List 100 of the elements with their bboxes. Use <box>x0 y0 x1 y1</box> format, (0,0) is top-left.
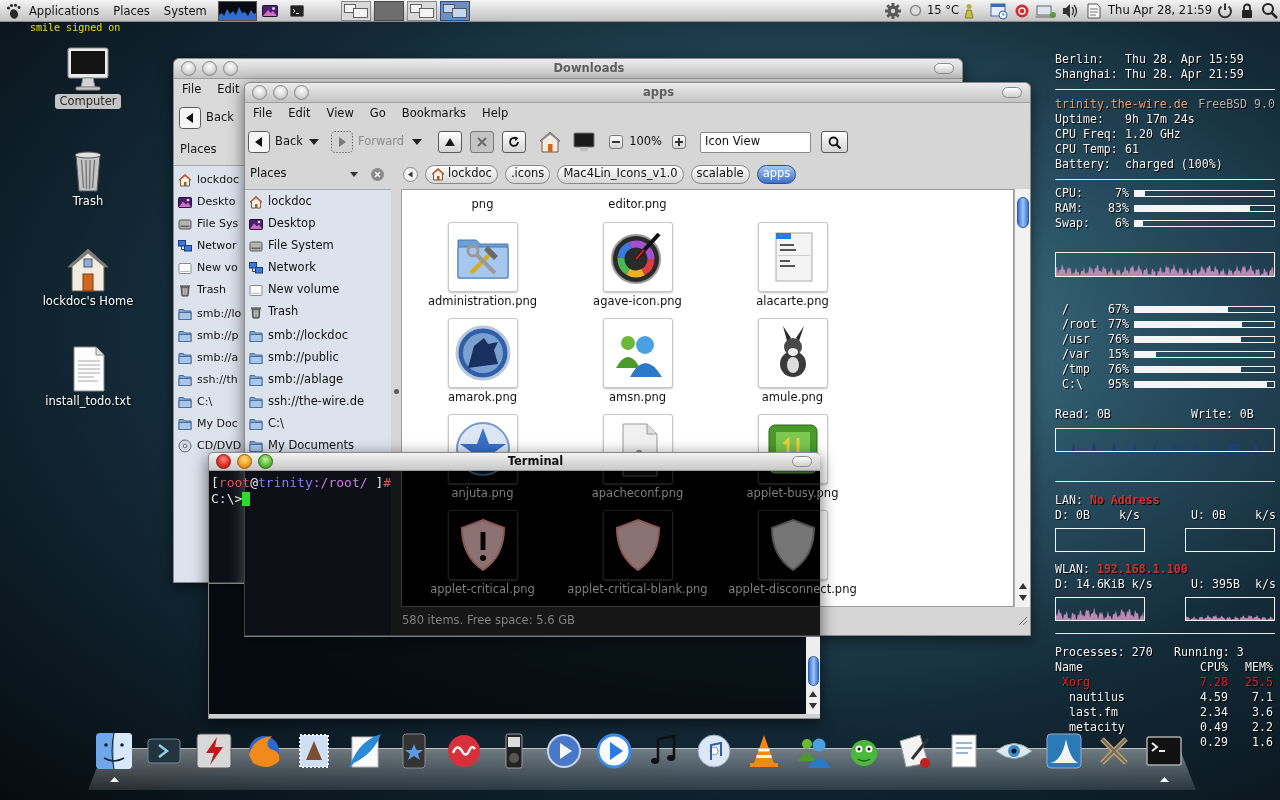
close-icon[interactable] <box>371 167 384 181</box>
toolbar-toggle-button[interactable] <box>934 63 954 74</box>
donkey-icon[interactable] <box>757 318 828 388</box>
panel-menu[interactable]: Applications <box>22 0 107 22</box>
clock-text[interactable]: Thu Apr 28, 21:59 <box>1108 1 1212 20</box>
scroll-arrows-icon[interactable] <box>1017 581 1028 603</box>
shield-alert-icon[interactable] <box>447 510 518 580</box>
sidebar-item[interactable]: ssh://th <box>197 371 238 389</box>
zoom-button[interactable] <box>258 454 273 469</box>
menu-item[interactable]: Edit <box>280 105 319 123</box>
file-name[interactable]: png <box>471 197 494 211</box>
sidebar-item[interactable]: Desktop <box>268 215 316 233</box>
sidebar-item[interactable]: smb://lockdoc <box>268 327 348 345</box>
play-circle-icon[interactable] <box>594 731 634 771</box>
sidebar-item[interactable]: C:\ <box>197 393 213 411</box>
file-name[interactable]: amarok.png <box>448 390 517 404</box>
scrollbar-thumb[interactable] <box>807 656 819 686</box>
view-mode-dropdown[interactable]: Icon View <box>700 131 812 153</box>
file-name[interactable]: administration.png <box>427 294 538 308</box>
path-button[interactable]: scalable <box>690 164 750 184</box>
scrollbar[interactable] <box>806 637 820 714</box>
play-disc-icon[interactable] <box>544 731 584 771</box>
minimize-button[interactable] <box>273 85 288 100</box>
file-name[interactable]: amsn.png <box>608 390 667 404</box>
color-wheel-icon[interactable] <box>602 222 673 292</box>
file-name[interactable]: apacheconf.png <box>591 486 684 500</box>
sidebar-item[interactable]: File Sys <box>197 215 239 233</box>
panel-menu[interactable]: Places <box>106 0 157 22</box>
places-dropdown[interactable]: Places <box>250 165 358 183</box>
stop-circle-icon[interactable] <box>1015 3 1030 18</box>
foot-icon[interactable] <box>5 2 22 19</box>
desktop-icon-label[interactable]: lockdoc's Home <box>38 294 138 309</box>
disc-emblem-icon[interactable] <box>447 318 518 388</box>
close-button[interactable] <box>252 85 267 100</box>
back-button[interactable]: Back <box>179 107 234 129</box>
sidebar-item[interactable]: Networ <box>197 237 237 255</box>
menu-item[interactable]: Edit <box>209 81 248 99</box>
zoom-in-button[interactable] <box>672 135 687 149</box>
menu-item[interactable]: File <box>174 81 210 99</box>
sidebar-item[interactable]: File System <box>268 237 334 255</box>
workspace-button[interactable] <box>439 0 470 21</box>
figure-icon[interactable] <box>962 2 977 19</box>
reload-button[interactable] <box>502 131 527 153</box>
search-button[interactable] <box>821 131 849 153</box>
sidebar-item[interactable]: smb://a <box>197 349 239 367</box>
people-icon[interactable] <box>602 318 673 388</box>
window-clock-icon[interactable] <box>990 1 1009 20</box>
sidebar-item[interactable]: C:\ <box>268 415 284 433</box>
file-name[interactable]: anjuta.png <box>451 486 514 500</box>
gear-icon[interactable] <box>883 0 903 21</box>
file-name[interactable]: alacarte.png <box>756 294 829 308</box>
sidebar-item[interactable]: smb://lo <box>197 305 242 323</box>
power-icon[interactable] <box>1216 1 1234 20</box>
sidebar-item[interactable]: lockdoc <box>268 193 312 211</box>
desktop-icon-label[interactable]: Computer <box>55 94 121 109</box>
places-dropdown[interactable]: Places <box>180 141 217 159</box>
close-button[interactable] <box>216 454 231 469</box>
path-button[interactable]: Mac4Lin_Icons_v1.0 <box>557 164 684 184</box>
sidebar-item[interactable]: smb://public <box>268 349 339 367</box>
sidebar-item[interactable]: lockdoc <box>197 171 239 189</box>
panel-menu[interactable]: System <box>156 0 214 22</box>
menu-window-icon[interactable] <box>757 222 828 292</box>
sidebar-item[interactable]: Network <box>268 259 317 277</box>
toolbar-toggle-button[interactable] <box>792 456 812 467</box>
toolbar-toggle-button[interactable] <box>1002 87 1022 98</box>
sidebar-item[interactable]: My Doc <box>197 415 238 433</box>
workspace-button[interactable] <box>406 0 437 21</box>
picture-icon[interactable] <box>261 2 278 19</box>
path-button[interactable]: .icons <box>504 164 551 184</box>
close-button[interactable] <box>181 61 196 76</box>
menu-item[interactable]: Bookmarks <box>393 105 475 123</box>
sidebar-item[interactable]: CD/DVD <box>197 437 242 455</box>
terminal-icon[interactable] <box>289 3 304 18</box>
workspace-button[interactable] <box>340 0 371 21</box>
sidebar-item[interactable]: ssh://the-wire.de <box>268 393 365 411</box>
sidebar-item[interactable]: New vo <box>197 259 238 277</box>
monitor-icon[interactable] <box>573 131 596 153</box>
back-button[interactable]: Back <box>248 131 303 153</box>
file-name[interactable]: amule.png <box>761 390 824 404</box>
menu-item[interactable]: Help <box>474 105 517 123</box>
workspace-button[interactable] <box>373 0 404 21</box>
scrollbar[interactable] <box>1014 189 1030 607</box>
sidebar-item[interactable]: Trash <box>197 281 227 299</box>
cd-note-icon[interactable] <box>694 731 734 771</box>
file-name[interactable]: applet-critical-blank.png <box>567 582 708 596</box>
caret-icon[interactable] <box>412 139 423 145</box>
sidebar-item[interactable]: smb://ablage <box>268 371 344 389</box>
caret-icon[interactable] <box>308 139 319 145</box>
pane-handle-icon[interactable] <box>393 389 399 394</box>
folder-tools-icon[interactable] <box>447 222 518 292</box>
zoom-button[interactable] <box>294 85 309 100</box>
file-name[interactable]: agave-icon.png <box>593 294 682 308</box>
search-icon[interactable] <box>1261 2 1278 19</box>
lightning-tile-icon[interactable] <box>194 731 234 771</box>
resize-grip-icon[interactable] <box>1018 616 1028 626</box>
sidebar-item[interactable]: Deskto <box>197 193 236 211</box>
desktop-icon-label[interactable]: install_todo.txt <box>41 394 135 409</box>
up-button[interactable] <box>438 131 463 153</box>
sidebar-item[interactable]: smb://p <box>197 327 239 345</box>
computer-icon[interactable] <box>64 45 112 93</box>
